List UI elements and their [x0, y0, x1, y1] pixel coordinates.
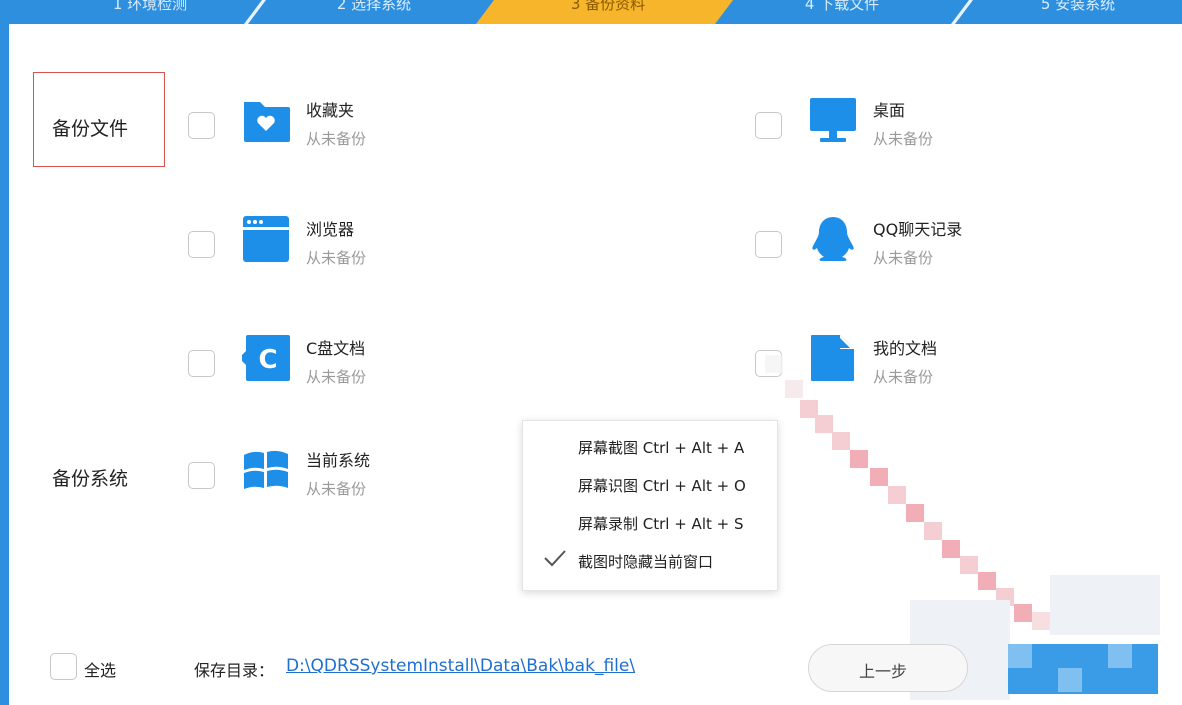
current-system-status: 从未备份 — [306, 480, 367, 498]
step-1: 1 环境检测 — [112, 0, 188, 13]
step-4: 4 下载文件 — [804, 0, 880, 13]
browser-checkbox[interactable] — [188, 231, 215, 258]
c-drive-title: C盘文档 — [306, 339, 366, 358]
current-system-checkbox[interactable] — [188, 462, 215, 489]
current-system-title: 当前系统 — [306, 451, 371, 470]
favorites-checkbox[interactable] — [188, 112, 215, 139]
select-all-label[interactable]: 全选 — [84, 657, 116, 681]
menu-item-screen-capture[interactable]: 屏幕截图 Ctrl + Alt + A — [578, 437, 744, 458]
backup-files-label: 备份文件 — [52, 118, 129, 140]
c-drive-status: 从未备份 — [306, 368, 367, 386]
step-divider — [244, 0, 266, 24]
screenshot-context-menu: 屏幕截图 Ctrl + Alt + A 屏幕识图 Ctrl + Alt + O … — [522, 420, 778, 591]
previous-step-label: 上一步 — [859, 662, 908, 681]
browser-status: 从未备份 — [306, 249, 367, 267]
desktop-status: 从未备份 — [873, 130, 934, 148]
backup-system-label: 备份系统 — [52, 468, 129, 490]
qq-penguin-icon — [812, 217, 854, 261]
menu-item-hide-window[interactable]: 截图时隐藏当前窗口 — [578, 551, 713, 572]
save-directory-link[interactable]: D:\QDRSSystemInstall\Data\Bak\bak_file\ — [286, 656, 635, 676]
window-left-edge — [0, 0, 9, 705]
svg-text:C: C — [258, 345, 277, 375]
step-3-active: 3 备份资料 — [570, 0, 646, 13]
step-5: 5 安装系统 — [1040, 0, 1116, 13]
previous-step-button[interactable]: 上一步 — [808, 644, 968, 692]
windows-logo-icon — [244, 450, 288, 489]
qq-chat-status: 从未备份 — [873, 249, 934, 267]
monitor-icon — [810, 98, 856, 142]
step-2: 2 选择系统 — [336, 0, 412, 13]
c-drive-checkbox[interactable] — [188, 350, 215, 377]
qq-chat-checkbox[interactable] — [755, 231, 782, 258]
step-progress-bar: 1 环境检测 2 选择系统 3 备份资料 4 下载文件 5 安装系统 — [0, 0, 1182, 24]
heart-folder-icon — [244, 102, 290, 142]
menu-item-screen-record[interactable]: 屏幕录制 Ctrl + Alt + S — [578, 513, 744, 534]
checkmark-icon — [544, 550, 566, 567]
select-all-checkbox[interactable] — [50, 653, 77, 680]
qq-chat-title: QQ聊天记录 — [873, 220, 963, 239]
step-divider — [951, 0, 973, 24]
browser-title: 浏览器 — [306, 220, 355, 239]
favorites-title: 收藏夹 — [306, 101, 355, 120]
save-directory-label: 保存目录： — [194, 661, 275, 680]
menu-item-screen-recognize[interactable]: 屏幕识图 Ctrl + Alt + O — [578, 475, 746, 496]
c-drive-icon: C — [242, 335, 290, 381]
desktop-checkbox[interactable] — [755, 112, 782, 139]
favorites-status: 从未备份 — [306, 130, 367, 148]
browser-window-icon — [243, 216, 289, 262]
desktop-title: 桌面 — [873, 101, 906, 120]
